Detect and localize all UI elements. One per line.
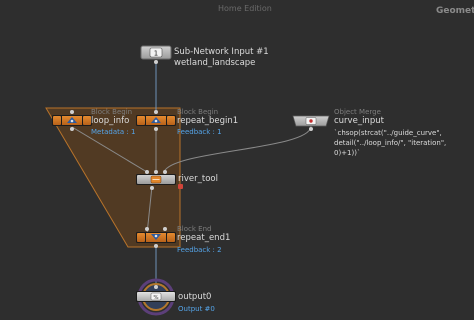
curve-input-output-connector[interactable] (309, 127, 313, 131)
river-tool-warning-badge (178, 184, 183, 189)
hda-icon (150, 175, 162, 184)
repeat-begin-name: repeat_begin1 (177, 116, 239, 126)
loop-info-output-connector[interactable] (70, 127, 74, 131)
curve-input-expression-line-2: detail("../loop_info/", "iteration", (334, 139, 447, 147)
output0-input-connector[interactable] (154, 285, 158, 289)
river-tool-input-3[interactable] (163, 170, 167, 174)
repeat-end-input-connector[interactable] (145, 227, 149, 231)
repeat-end-output-connector[interactable] (154, 244, 158, 248)
subnet-input-name: Sub-Network Input #1 (174, 47, 269, 57)
repeat-end-input-connector-2[interactable] (163, 227, 167, 231)
object-merge-icon (305, 117, 317, 125)
repeat-begin-type: Block Begin (177, 108, 219, 116)
output0-name: output0 (178, 292, 212, 302)
repeat-begin-output-connector[interactable] (154, 127, 158, 131)
context-label: Geometry (436, 6, 474, 16)
subnet-input-badge: 1 (154, 50, 158, 58)
repeat-end-meta: Feedback : 2 (177, 246, 222, 254)
loop-info-meta: Metadata : 1 (91, 128, 136, 136)
output0-node[interactable]: % (136, 278, 176, 316)
curve-input-expression-line-1: `chsop(strcat("../guide_curve", (334, 129, 442, 137)
subnet-input-output-connector[interactable] (154, 60, 158, 64)
repeat-end-type: Block End (177, 225, 212, 233)
svg-text:%: % (153, 295, 158, 301)
river-tool-name: river_tool (178, 174, 218, 184)
loop-info-type: Block Begin (91, 108, 133, 116)
curve-input-expression-line-3: 0)+1))` (334, 149, 361, 157)
repeat-begin-meta: Feedback : 1 (177, 128, 222, 136)
curve-input-name: curve_input (334, 116, 384, 126)
river-tool-output-connector[interactable] (150, 186, 154, 190)
edition-label: Home Edition (218, 4, 272, 13)
subnet-input-node[interactable]: 1 (140, 45, 172, 64)
curve-input-node[interactable] (292, 115, 330, 131)
repeat-begin-input-connector[interactable] (154, 110, 158, 114)
river-tool-input-1[interactable] (145, 170, 149, 174)
subnet-input-subname: wetland_landscape (174, 58, 256, 68)
loop-info-input-connector[interactable] (70, 110, 74, 114)
curve-input-type: Object Merge (334, 108, 381, 116)
loop-info-name: loop_info (91, 116, 130, 126)
repeat-end-name: repeat_end1 (177, 233, 231, 243)
river-tool-input-2[interactable] (154, 170, 158, 174)
output-icon: % (150, 292, 162, 301)
output0-meta: Output #0 (178, 305, 215, 313)
